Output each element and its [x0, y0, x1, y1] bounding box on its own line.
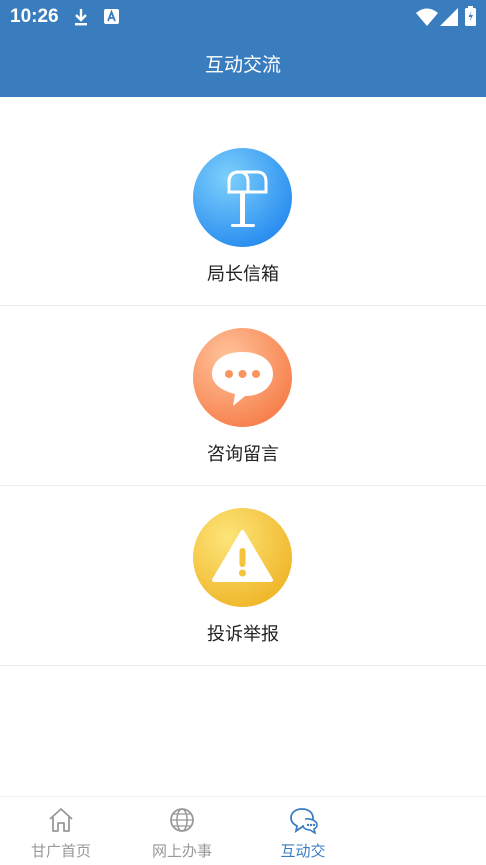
- tab-bar-fade-overlay: [318, 800, 486, 864]
- tab-home[interactable]: 甘广首页: [1, 797, 121, 865]
- home-icon: [49, 808, 73, 832]
- mailbox-icon: [193, 148, 292, 247]
- menu-label-director-mailbox: 局长信箱: [207, 264, 279, 285]
- battery-icon: [465, 6, 476, 30]
- wifi-icon: [416, 8, 438, 30]
- chat-icon: [290, 808, 318, 834]
- menu-item-consultation[interactable]: 咨询留言: [0, 306, 486, 486]
- warning-icon: [193, 508, 292, 607]
- chat-bubble-icon: [193, 328, 292, 427]
- a-notification-icon: [104, 9, 119, 28]
- download-icon: [73, 7, 89, 31]
- menu-item-director-mailbox[interactable]: 局长信箱: [0, 126, 486, 306]
- page-title: 互动交流: [204, 54, 281, 76]
- menu-label-complaint: 投诉举报: [207, 624, 279, 645]
- tab-online-service[interactable]: 网上办事: [122, 797, 242, 865]
- menu-item-complaint[interactable]: 投诉举报: [0, 486, 486, 666]
- tab-label-online-service: 网上办事: [151, 842, 212, 860]
- signal-icon: [440, 8, 458, 30]
- status-time: 10:26: [10, 6, 59, 27]
- globe-icon: [170, 808, 194, 832]
- status-bar: 10:26: [0, 0, 486, 34]
- tab-label-home: 甘广首页: [30, 842, 91, 860]
- menu-label-consultation: 咨询留言: [207, 444, 279, 465]
- top-app-bar: 互动交流: [0, 34, 486, 97]
